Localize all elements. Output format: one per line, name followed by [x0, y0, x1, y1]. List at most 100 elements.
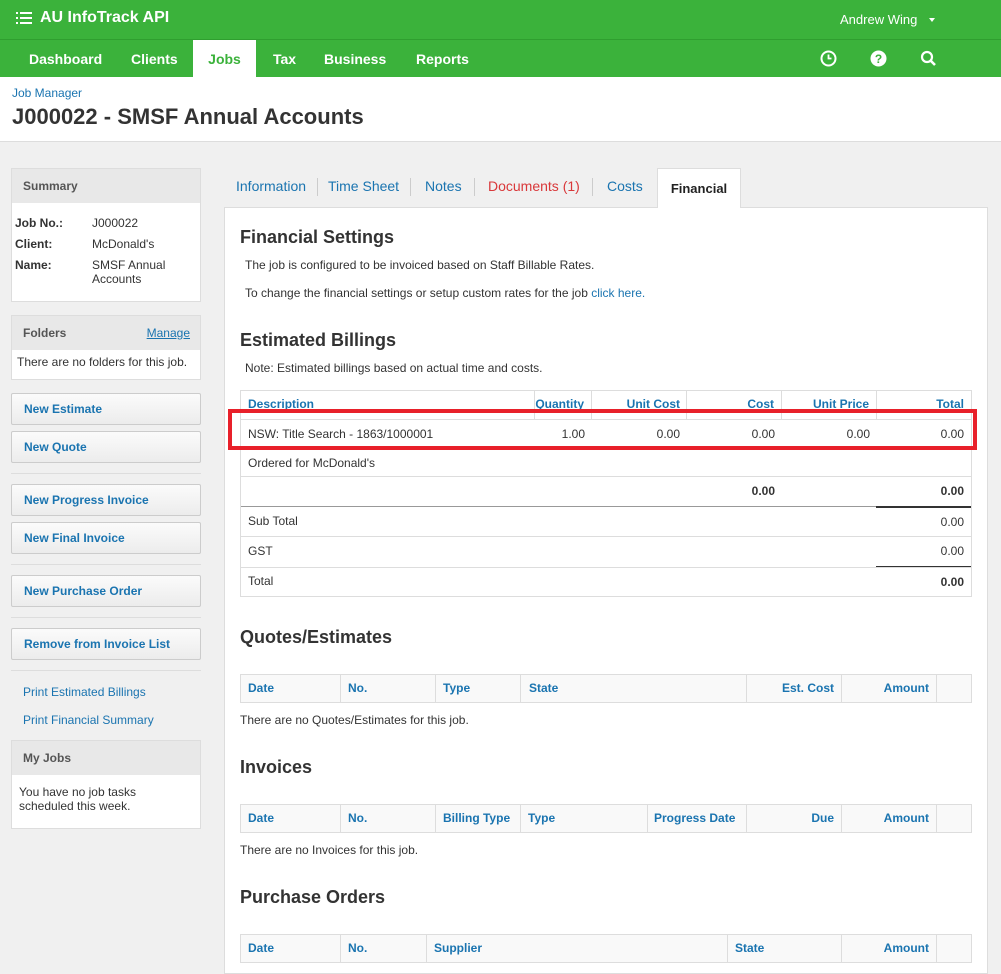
- col-divider: [340, 675, 341, 703]
- print-financial-summary-link[interactable]: Print Financial Summary: [23, 713, 154, 727]
- new-progress-invoice-button[interactable]: New Progress Invoice: [11, 484, 201, 516]
- nav-dashboard[interactable]: Dashboard: [29, 40, 102, 78]
- tab-separator: [317, 178, 318, 196]
- divider: [11, 670, 201, 671]
- estimated-billings-note: Note: Estimated billings based on actual…: [245, 361, 543, 375]
- col-divider: [647, 805, 648, 833]
- row-divider: [241, 567, 971, 568]
- financial-settings-line2: To change the financial settings or setu…: [245, 286, 645, 300]
- page-title: J000022 - SMSF Annual Accounts: [12, 104, 364, 129]
- tab-costs[interactable]: Costs: [607, 178, 643, 198]
- my-jobs-text: You have no job tasks scheduled this wee…: [19, 785, 136, 813]
- nav-business[interactable]: Business: [324, 40, 386, 78]
- financial-settings-line2-text: To change the financial settings or setu…: [245, 286, 588, 300]
- col-amount[interactable]: Amount: [841, 805, 929, 831]
- clock-icon[interactable]: [820, 50, 837, 67]
- highlight-box: [228, 409, 977, 450]
- nav-clients[interactable]: Clients: [131, 40, 178, 78]
- col-state[interactable]: State: [529, 675, 558, 701]
- col-billing-type[interactable]: Billing Type: [443, 805, 510, 831]
- col-divider: [520, 805, 521, 833]
- tab-documents[interactable]: Documents (1): [488, 178, 580, 198]
- nav-reports[interactable]: Reports: [416, 40, 469, 78]
- print-estimated-billings-link[interactable]: Print Estimated Billings: [23, 685, 146, 699]
- estimated-billings-heading: Estimated Billings: [240, 330, 397, 350]
- col-divider: [936, 805, 937, 833]
- col-due[interactable]: Due: [746, 805, 834, 831]
- invoices-empty: There are no Invoices for this job.: [240, 843, 419, 857]
- name-label: Name:: [15, 258, 52, 272]
- folders-heading: Folders: [23, 326, 67, 340]
- invoices-table: Date No. Billing Type Type Progress Date…: [240, 804, 972, 833]
- search-icon[interactable]: [920, 50, 937, 67]
- main-nav: Dashboard Clients Jobs Tax Business Repo…: [0, 39, 1001, 78]
- col-amount[interactable]: Amount: [841, 935, 929, 961]
- quotes-table: Date No. Type State Est. Cost Amount: [240, 674, 972, 703]
- col-divider: [936, 675, 937, 703]
- svg-text:?: ?: [875, 52, 882, 66]
- manage-folders-link[interactable]: Manage: [147, 316, 190, 350]
- nav-tax[interactable]: Tax: [273, 40, 296, 78]
- col-amount[interactable]: Amount: [841, 675, 929, 701]
- col-divider: [340, 935, 341, 963]
- nav-jobs[interactable]: Jobs: [193, 40, 256, 78]
- col-progress-date[interactable]: Progress Date: [654, 805, 735, 831]
- gst-value: 0.00: [940, 544, 964, 558]
- tab-information[interactable]: Information: [236, 178, 306, 198]
- tab-notes[interactable]: Notes: [425, 178, 462, 198]
- folders-panel: Folders Manage: [11, 315, 201, 380]
- col-no[interactable]: No.: [348, 935, 367, 961]
- page-header: Job Manager J000022 - SMSF Annual Accoun…: [0, 77, 1001, 142]
- menu-icon[interactable]: [16, 11, 32, 25]
- col-divider: [520, 675, 521, 703]
- tab-separator: [474, 178, 475, 196]
- total-rule: [876, 506, 971, 508]
- user-menu[interactable]: Andrew Wing: [840, 12, 936, 27]
- row-divider: [241, 476, 971, 477]
- help-icon[interactable]: ?: [870, 50, 887, 67]
- col-date[interactable]: Date: [248, 675, 274, 701]
- tab-financial[interactable]: Financial: [657, 168, 741, 208]
- app-title[interactable]: AU InfoTrack API: [16, 9, 169, 27]
- invoices-heading: Invoices: [240, 757, 313, 777]
- col-no[interactable]: No.: [348, 675, 367, 701]
- divider: [11, 564, 201, 565]
- new-estimate-button[interactable]: New Estimate: [11, 393, 201, 425]
- cost-total: 0.00: [751, 484, 775, 498]
- click-here-link[interactable]: click here.: [591, 286, 645, 300]
- divider: [11, 473, 201, 474]
- new-final-invoice-button[interactable]: New Final Invoice: [11, 522, 201, 554]
- col-date[interactable]: Date: [248, 935, 274, 961]
- quotes-heading: Quotes/Estimates: [240, 627, 393, 647]
- remove-from-invoice-list-button[interactable]: Remove from Invoice List: [11, 628, 201, 660]
- col-divider: [340, 805, 341, 833]
- new-quote-button[interactable]: New Quote: [11, 431, 201, 463]
- col-date[interactable]: Date: [248, 805, 274, 831]
- col-type[interactable]: Type: [443, 675, 470, 701]
- financial-settings-heading: Financial Settings: [240, 227, 395, 247]
- row-divider: [241, 536, 971, 537]
- col-supplier[interactable]: Supplier: [434, 935, 482, 961]
- client-label: Client:: [15, 237, 53, 251]
- tab-time-sheet[interactable]: Time Sheet: [328, 178, 399, 198]
- col-no[interactable]: No.: [348, 805, 367, 831]
- app-title-label: AU InfoTrack API: [40, 9, 170, 26]
- purchase-orders-heading: Purchase Orders: [240, 887, 386, 907]
- col-divider: [426, 935, 427, 963]
- top-bar: AU InfoTrack API Andrew Wing: [0, 0, 1001, 39]
- new-purchase-order-button[interactable]: New Purchase Order: [11, 575, 201, 607]
- col-divider: [435, 675, 436, 703]
- total-label: Total: [248, 574, 274, 588]
- job-no-value: J000022: [92, 216, 139, 230]
- subtotal-value: 0.00: [940, 515, 964, 529]
- job-no-label: Job No.:: [15, 216, 63, 230]
- col-type[interactable]: Type: [528, 805, 555, 831]
- tab-separator: [592, 178, 593, 196]
- my-jobs-heading: My Jobs: [12, 741, 200, 775]
- row-divider: [241, 506, 971, 507]
- breadcrumb[interactable]: Job Manager: [12, 86, 82, 100]
- col-state[interactable]: State: [735, 935, 764, 961]
- col-est-cost[interactable]: Est. Cost: [746, 675, 834, 701]
- subtotal-label: Sub Total: [248, 514, 298, 528]
- financial-settings-line1: The job is configured to be invoiced bas…: [245, 258, 595, 272]
